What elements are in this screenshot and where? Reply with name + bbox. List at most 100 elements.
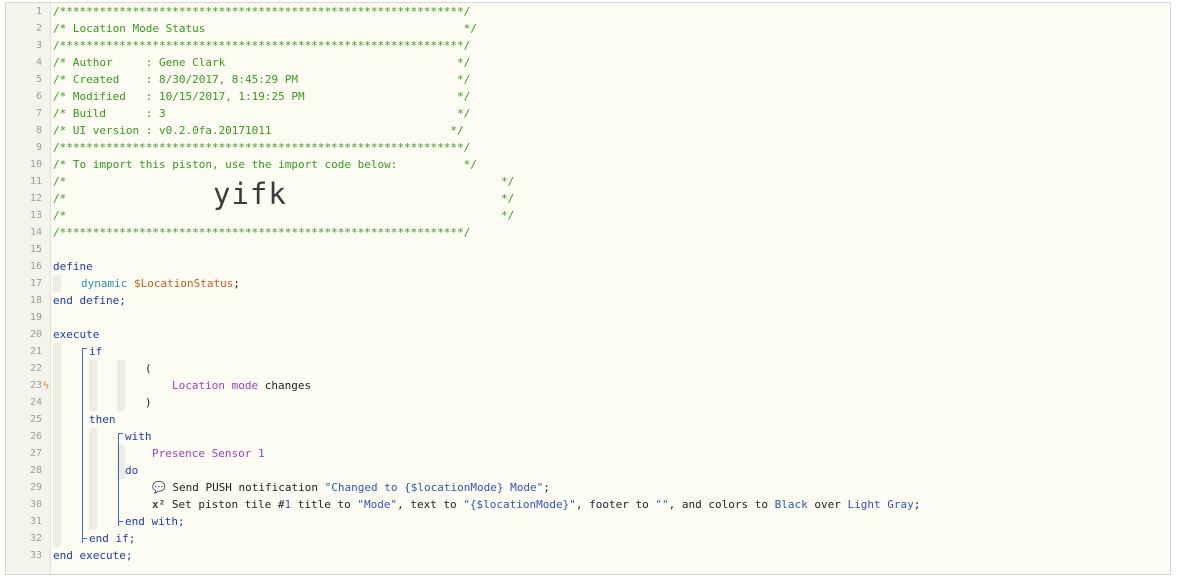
line-number: 3 bbox=[35, 40, 42, 51]
line-number: 27 bbox=[29, 448, 42, 459]
header-blank-open: /* bbox=[53, 175, 67, 188]
line-number: 16 bbox=[29, 261, 42, 272]
line-number: 30 bbox=[29, 499, 42, 510]
header-stars: /***************************************… bbox=[53, 5, 471, 18]
line-number: 15 bbox=[29, 244, 42, 255]
semicolon: ; bbox=[233, 277, 240, 290]
end-execute-keyword[interactable]: end execute; bbox=[53, 547, 132, 564]
statement-text: Set piston tile # bbox=[171, 498, 285, 511]
header-author: /* Author : Gene Clark */ bbox=[53, 56, 471, 69]
tile-foreground-color: Black bbox=[774, 498, 808, 511]
statement-text: , and colors to bbox=[668, 498, 775, 511]
line-number: 12 bbox=[29, 193, 42, 204]
tile-footer-string: "" bbox=[655, 498, 669, 511]
semicolon: ; bbox=[913, 498, 921, 511]
line-number-gutter: 1 2 3 4 5 6 7 8 9 10 11 12 13 14 15 16 1… bbox=[6, 3, 51, 574]
header-blank-close: */ bbox=[501, 192, 515, 205]
line-number: 21 bbox=[29, 346, 42, 357]
header-blank-open: /* bbox=[53, 192, 67, 205]
line-number: 31 bbox=[29, 516, 42, 527]
if-block-bracket bbox=[82, 348, 83, 543]
line-number: 23 bbox=[29, 380, 42, 391]
define-keyword[interactable]: define bbox=[53, 258, 93, 275]
line-number: 9 bbox=[35, 142, 42, 153]
header-stars: /***************************************… bbox=[53, 141, 471, 154]
header-stars: /***************************************… bbox=[53, 226, 471, 239]
header-blank-close: */ bbox=[501, 175, 515, 188]
tile-text-string: "{$locationMode}" bbox=[463, 498, 576, 511]
header-build: /* Build : 3 */ bbox=[53, 107, 471, 120]
line-number: 7 bbox=[35, 108, 42, 119]
line-number: 18 bbox=[29, 295, 42, 306]
indent-guide bbox=[89, 428, 97, 530]
open-paren: ( bbox=[145, 362, 152, 375]
with-block-bracket-top bbox=[118, 433, 123, 434]
end-if-keyword[interactable]: end if; bbox=[89, 530, 135, 547]
import-code-text: yifk bbox=[213, 177, 287, 211]
set-tile-statement[interactable]: x² Set piston tile #1 title to "Mode", t… bbox=[152, 496, 920, 513]
header-stars: /***************************************… bbox=[53, 39, 471, 52]
device-name[interactable]: Presence Sensor 1 bbox=[152, 445, 265, 462]
line-number: 13 bbox=[29, 210, 42, 221]
code-editor[interactable]: 1 2 3 4 5 6 7 8 9 10 11 12 13 14 15 16 1… bbox=[5, 2, 1171, 575]
header-import-note: /* To import this piston, use the import… bbox=[53, 158, 477, 171]
type-keyword: dynamic bbox=[81, 277, 128, 290]
push-notification-statement[interactable]: 💬 Send PUSH notification "Changed to {$l… bbox=[152, 479, 550, 496]
if-block-bracket-top bbox=[82, 348, 87, 349]
if-block-bracket-bottom bbox=[82, 538, 87, 539]
push-message-string: "Changed to {$locationMode} Mode" bbox=[324, 481, 544, 494]
if-keyword[interactable]: if bbox=[89, 343, 102, 360]
condition-subject: Location mode bbox=[172, 379, 259, 392]
lightning-bolt-icon: ϟ bbox=[42, 379, 50, 392]
header-title: /* Location Mode Status */ bbox=[53, 22, 477, 35]
header-blank-close: */ bbox=[501, 209, 515, 222]
line-number: 32 bbox=[29, 533, 42, 544]
tile-background-color: Light Gray bbox=[847, 498, 914, 511]
indent-guide bbox=[53, 275, 61, 292]
line-number: 1 bbox=[35, 6, 42, 17]
line-number: 6 bbox=[35, 91, 42, 102]
with-keyword[interactable]: with bbox=[125, 428, 152, 445]
execute-keyword[interactable]: execute bbox=[53, 326, 99, 343]
line-number: 10 bbox=[29, 159, 42, 170]
header-ui-version: /* UI version : v0.2.0fa.20171011 */ bbox=[53, 124, 464, 137]
line-number: 8 bbox=[35, 125, 42, 136]
header-blank-open: /* bbox=[53, 209, 67, 222]
indent-guide bbox=[53, 343, 61, 547]
variable-declaration[interactable]: dynamic $LocationStatus; bbox=[81, 275, 240, 292]
line-number: 22 bbox=[29, 363, 42, 374]
close-paren: ) bbox=[145, 396, 152, 409]
statement-text: over bbox=[807, 498, 848, 511]
line-number: 2 bbox=[35, 23, 42, 34]
line-number: 33 bbox=[29, 550, 42, 561]
end-with-keyword[interactable]: end with; bbox=[125, 513, 185, 530]
condition[interactable]: Location mode changes bbox=[172, 377, 311, 394]
speech-bubble-icon: 💬 bbox=[152, 481, 166, 494]
end-define-keyword[interactable]: end define; bbox=[53, 292, 126, 309]
line-number: 24 bbox=[29, 397, 42, 408]
tile-title-string: "Mode" bbox=[357, 498, 398, 511]
with-block-bracket-bottom bbox=[118, 521, 123, 522]
do-keyword[interactable]: do bbox=[125, 462, 138, 479]
import-code[interactable]: yifk bbox=[213, 180, 287, 209]
variable-name: $LocationStatus bbox=[133, 277, 234, 290]
header-modified: /* Modified : 10/15/2017, 1:19:25 PM */ bbox=[53, 90, 471, 103]
with-block-bracket bbox=[118, 433, 119, 526]
indent-guide bbox=[89, 360, 97, 411]
line-number: 19 bbox=[29, 312, 42, 323]
then-keyword[interactable]: then bbox=[89, 411, 116, 428]
statement-text: , footer to bbox=[575, 498, 656, 511]
header-created: /* Created : 8/30/2017, 8:45:29 PM */ bbox=[53, 73, 471, 86]
line-number: 20 bbox=[29, 329, 42, 340]
statement-text: title to bbox=[291, 498, 358, 511]
line-number: 28 bbox=[29, 465, 42, 476]
semicolon: ; bbox=[543, 481, 550, 494]
line-number: 26 bbox=[29, 431, 42, 442]
line-number: 5 bbox=[35, 74, 42, 85]
line-number: 25 bbox=[29, 414, 42, 425]
line-number: 14 bbox=[29, 227, 42, 238]
condition-operator: changes bbox=[264, 379, 312, 392]
line-number: 29 bbox=[29, 482, 42, 493]
statement-text: , text to bbox=[397, 498, 464, 511]
line-number: 17 bbox=[29, 278, 42, 289]
